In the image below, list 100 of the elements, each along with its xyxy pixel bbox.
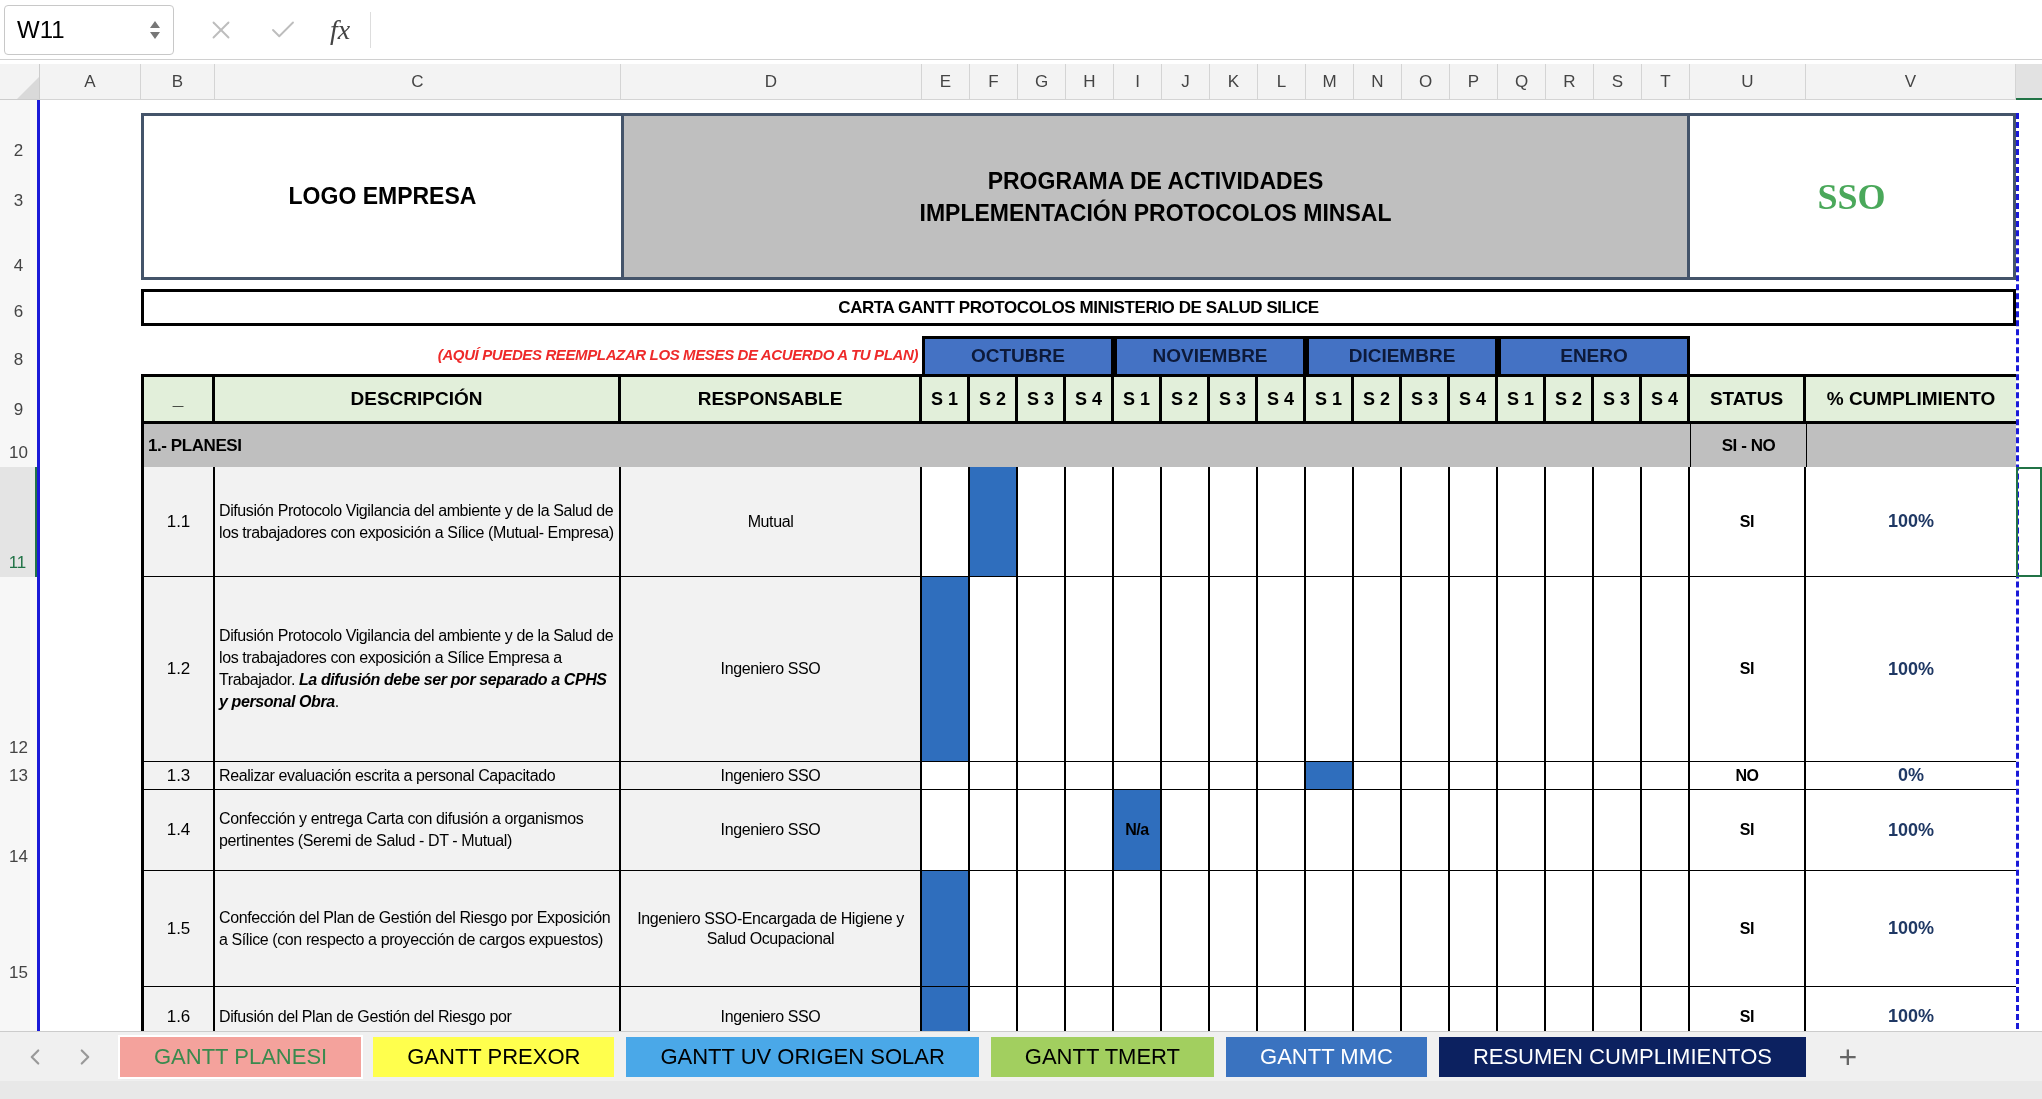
- week-heading: S 4: [1258, 374, 1306, 424]
- sheet-tab[interactable]: GANTT MMC: [1226, 1036, 1427, 1077]
- sheet-tab[interactable]: RESUMEN CUMPLIMIENTOS: [1438, 1036, 1806, 1077]
- column-header[interactable]: D: [621, 64, 922, 100]
- sheet-tab[interactable]: GANTT TMERT: [990, 1036, 1215, 1077]
- column-header[interactable]: [2016, 64, 2042, 100]
- column-header[interactable]: K: [1210, 64, 1258, 100]
- column-header[interactable]: B: [141, 64, 215, 100]
- responsible-cell: Ingeniero SSO-Encargada de Higiene y Salud Ocupacional: [621, 871, 922, 987]
- add-sheet-button[interactable]: +: [1817, 1036, 1878, 1077]
- month-header: OCTUBRE: [922, 336, 1114, 374]
- row-header[interactable]: 6: [0, 289, 37, 326]
- column-header[interactable]: O: [1402, 64, 1450, 100]
- selected-cell[interactable]: [2016, 467, 2042, 577]
- logo-label: LOGO EMPRESA: [288, 182, 477, 212]
- item-number: 1.1: [141, 467, 215, 577]
- month-header: DICIEMBRE: [1306, 336, 1498, 374]
- week-heading: S 1: [1498, 374, 1546, 424]
- month-header: NOVIEMBRE: [1114, 336, 1306, 374]
- program-title: PROGRAMA DE ACTIVIDADES IMPLEMENTACIÓN PROTOCOLOS MINSAL: [621, 113, 1690, 280]
- month-header: ENERO: [1498, 336, 1690, 374]
- responsible-cell: Mutual: [621, 467, 922, 577]
- status-heading: STATUS: [1690, 374, 1806, 424]
- corner-triangle-icon: [17, 77, 39, 99]
- column-header[interactable]: G: [1018, 64, 1066, 100]
- responsible-cell: Ingeniero SSO: [621, 762, 922, 790]
- compliance-cell: 0%: [1806, 762, 2016, 790]
- item-number: 1.3: [141, 762, 215, 790]
- row-header[interactable]: 12: [0, 577, 37, 762]
- column-header[interactable]: P: [1450, 64, 1498, 100]
- week-heading: S 3: [1402, 374, 1450, 424]
- column-header[interactable]: I: [1114, 64, 1162, 100]
- column-header[interactable]: N: [1354, 64, 1402, 100]
- week-heading: S 3: [1210, 374, 1258, 424]
- column-header[interactable]: E: [922, 64, 970, 100]
- sheet-tab[interactable]: GANTT PREXOR: [373, 1036, 615, 1077]
- status-cell: SI: [1690, 577, 1806, 762]
- compliance-cell: 100%: [1806, 467, 2016, 577]
- week-heading: S 1: [1306, 374, 1354, 424]
- row-header[interactable]: 8: [0, 336, 37, 374]
- note-text: (AQUÍ PUEDES REEMPLAZAR LOS MESES DE ACUERDO A TU PLAN): [436, 344, 919, 365]
- item-number: 1.6: [141, 987, 215, 1031]
- task-description: Realizar evaluación escrita a personal Capacitado: [215, 762, 621, 790]
- select-all-corner[interactable]: [0, 64, 40, 100]
- name-box[interactable]: W11: [4, 4, 174, 55]
- column-header[interactable]: J: [1162, 64, 1210, 100]
- row-header[interactable]: 4: [0, 215, 37, 280]
- row-header[interactable]: 14: [0, 790, 37, 871]
- row-header[interactable]: 11: [0, 467, 37, 577]
- status-cell: SI: [1690, 467, 1806, 577]
- column-header[interactable]: U: [1690, 64, 1806, 100]
- item-number: 1.2: [141, 577, 215, 762]
- row-header[interactable]: 3: [0, 165, 37, 215]
- responsible-cell: Ingeniero SSO: [621, 790, 922, 871]
- week-heading: S 4: [1450, 374, 1498, 424]
- column-header[interactable]: V: [1806, 64, 2016, 100]
- row-header[interactable]: 9: [0, 374, 37, 424]
- column-header[interactable]: R: [1546, 64, 1594, 100]
- column-header[interactable]: Q: [1498, 64, 1546, 100]
- week-heading: S 2: [1354, 374, 1402, 424]
- column-header[interactable]: C: [215, 64, 621, 100]
- week-heading: S 1: [922, 374, 970, 424]
- column-header[interactable]: F: [970, 64, 1018, 100]
- compliance-heading: % CUMPLIMIENTO: [1806, 374, 2016, 424]
- task-description: Difusión Protocolo Vigilancia del ambiente y de la Salud de los trabajadores con exposición a Sílice (Mutual- Empresa): [215, 467, 621, 577]
- column-header[interactable]: H: [1066, 64, 1114, 100]
- gantt-bar: N/a: [1114, 790, 1162, 871]
- week-heading: S 2: [970, 374, 1018, 424]
- function-button[interactable]: fx: [330, 8, 351, 51]
- row-header[interactable]: 10: [0, 424, 37, 467]
- week-heading: S 4: [1642, 374, 1690, 424]
- week-heading: S 4: [1066, 374, 1114, 424]
- column-header[interactable]: A: [40, 64, 141, 100]
- week-heading: S 2: [1546, 374, 1594, 424]
- column-heading: DESCRIPCIÓN: [215, 374, 621, 424]
- compliance-cell: 100%: [1806, 790, 2016, 871]
- status-cell: SI: [1690, 790, 1806, 871]
- status-cell: NO: [1690, 762, 1806, 790]
- week-heading: S 3: [1594, 374, 1642, 424]
- row-header[interactable]: 2: [0, 113, 37, 165]
- column-header[interactable]: S: [1594, 64, 1642, 100]
- row-header[interactable]: 15: [0, 871, 37, 987]
- column-heading: RESPONSABLE: [621, 374, 922, 424]
- column-header[interactable]: M: [1306, 64, 1354, 100]
- compliance-cell: 100%: [1806, 577, 2016, 762]
- column-header[interactable]: T: [1642, 64, 1690, 100]
- row-header[interactable]: 13: [0, 762, 37, 790]
- item-number: 1.4: [141, 790, 215, 871]
- compliance-cell: 100%: [1806, 871, 2016, 987]
- responsible-cell: Ingeniero SSO: [621, 577, 922, 762]
- task-description: Confección y entrega Carta con difusión a organismos pertinentes (Seremi de Salud - DT - Mutual): [215, 790, 621, 871]
- task-description: Difusión del Plan de Gestión del Riesgo por: [215, 987, 621, 1031]
- task-description: Confección del Plan de Gestión del Riesgo por Exposición a Sílice (con respecto a proyección de cargos expuestos): [215, 871, 621, 987]
- responsible-cell: Ingeniero SSO: [621, 987, 922, 1031]
- task-description: Difusión Protocolo Vigilancia del ambiente y de la Salud de los trabajadores con exposición a Sílice Empresa a Trabajador. La difusión debe ser por separado a CPHS y personal Obra.: [215, 577, 621, 762]
- week-heading: S 1: [1114, 374, 1162, 424]
- week-heading: S 3: [1018, 374, 1066, 424]
- sheet-tab[interactable]: GANTT UV ORIGEN SOLAR: [626, 1036, 979, 1077]
- item-number: 1.5: [141, 871, 215, 987]
- column-header[interactable]: L: [1258, 64, 1306, 100]
